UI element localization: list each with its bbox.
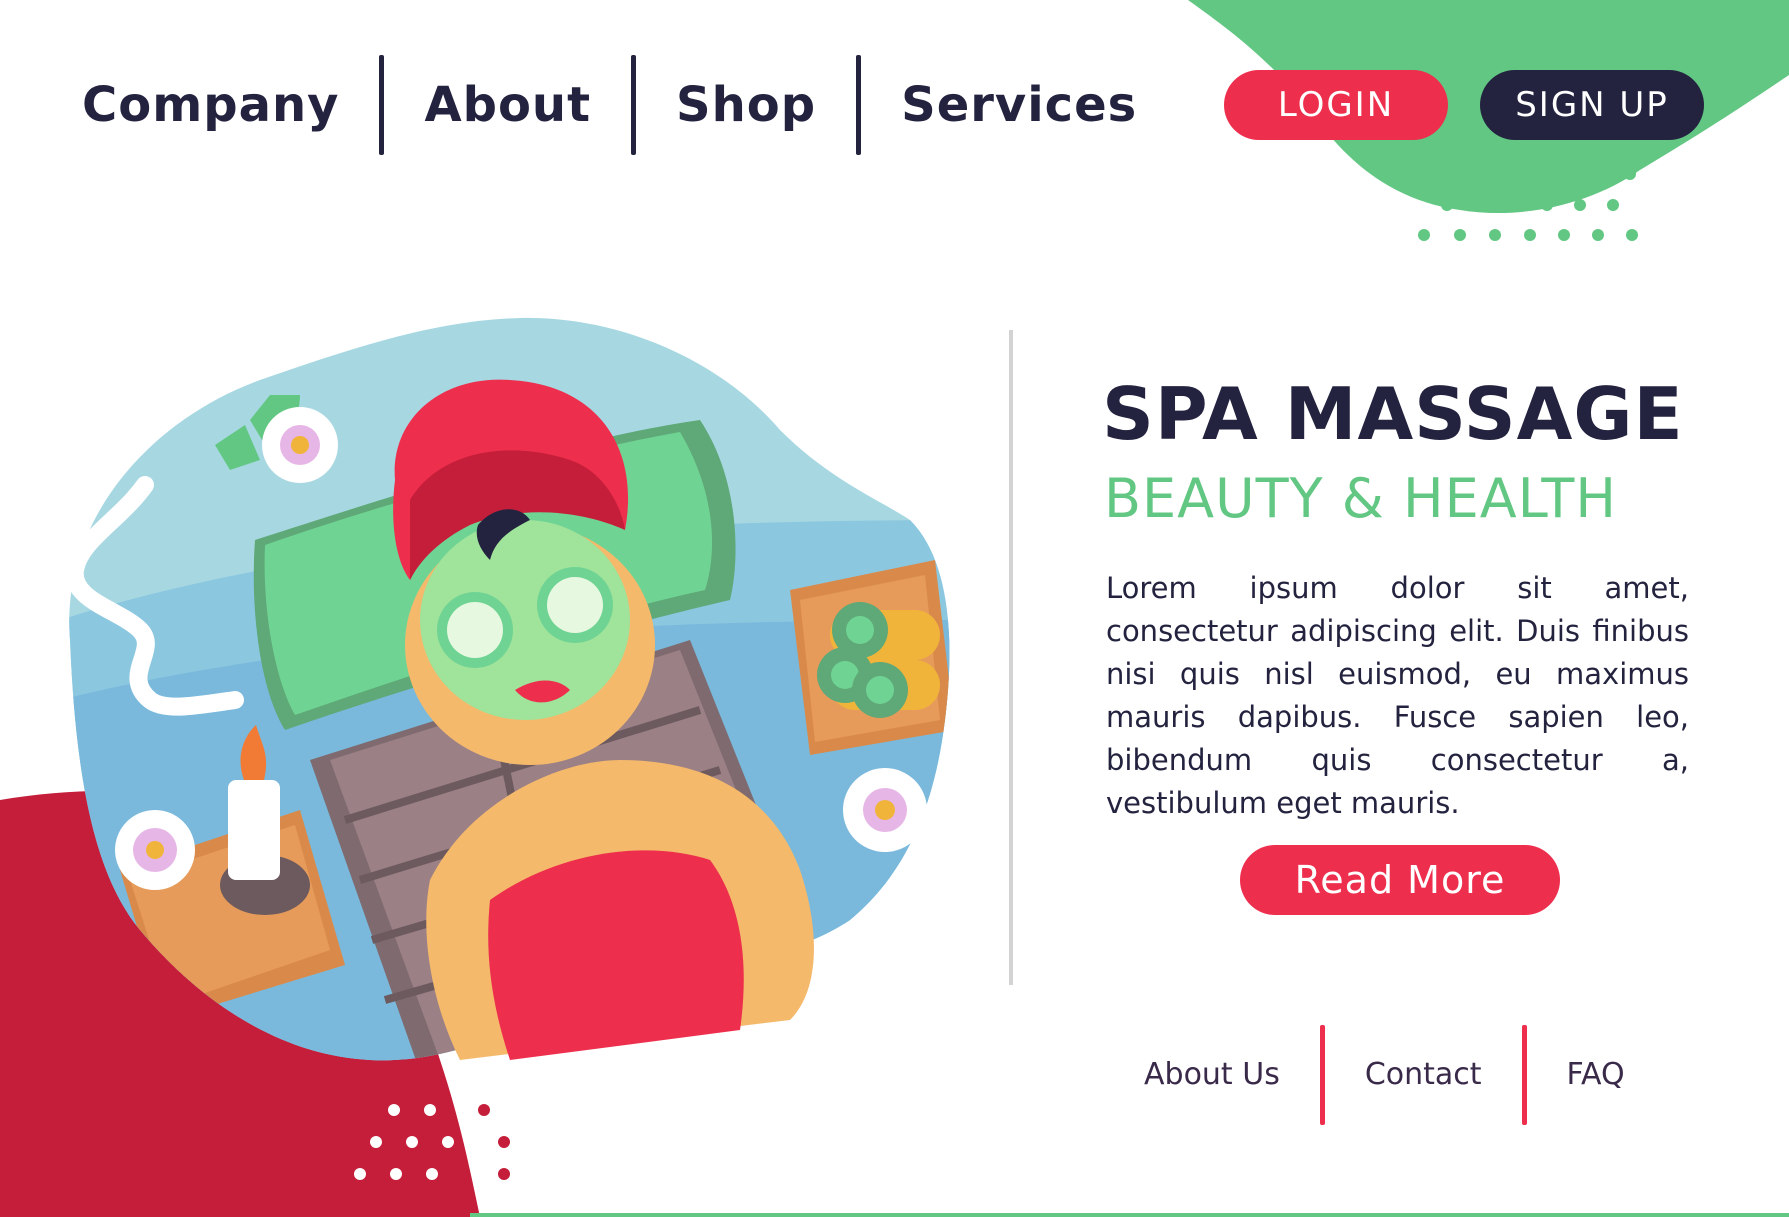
page-subtitle: BEAUTY & HEALTH [1104,467,1617,530]
spa-illustration [65,317,950,1061]
body-paragraph: Lorem ipsum dolor sit amet, consectetur … [1106,571,1689,820]
nav-company[interactable]: Company [60,55,379,155]
vertical-divider [1009,330,1013,985]
nav-about[interactable]: About [384,55,631,155]
read-more-button[interactable]: Read More [1240,845,1560,915]
login-button[interactable]: LOGIN [1224,70,1448,140]
top-nav: Company About Shop Services [60,55,1177,155]
footer-nav: About Us Contact FAQ [1120,1025,1665,1125]
footer-contact[interactable]: Contact [1325,1025,1522,1125]
nav-shop[interactable]: Shop [636,55,856,155]
red-dots [478,1104,510,1180]
page-title: SPA MASSAGE [1102,372,1684,456]
bottom-green-line [470,1213,1789,1217]
signup-button[interactable]: SIGN UP [1480,70,1704,140]
nav-services[interactable]: Services [861,55,1177,155]
footer-faq[interactable]: FAQ [1527,1025,1665,1125]
footer-about-us[interactable]: About Us [1120,1025,1320,1125]
